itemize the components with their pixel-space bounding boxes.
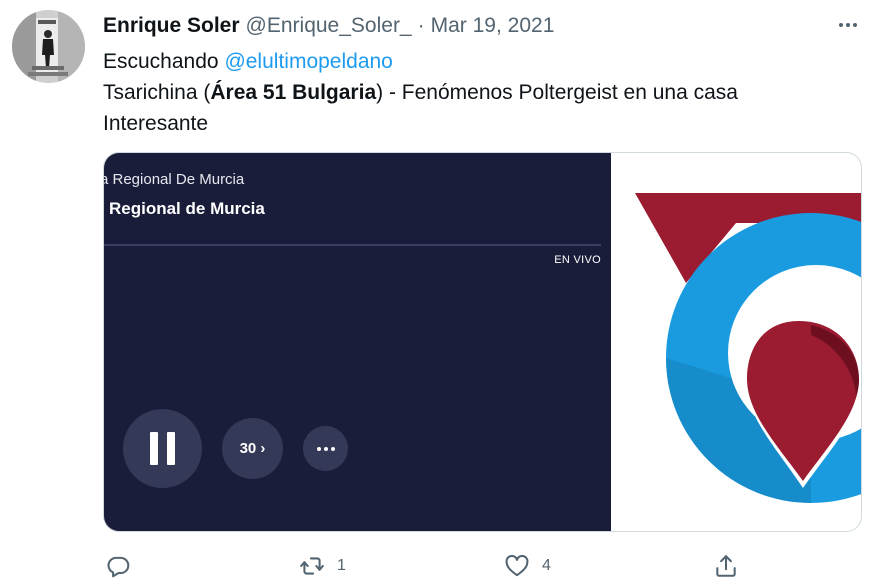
like-button[interactable]: 4 bbox=[504, 551, 551, 581]
progress-bar[interactable] bbox=[104, 244, 601, 246]
retweet-button[interactable]: 1 bbox=[299, 551, 346, 581]
show-subtitle: a Regional De Murcia bbox=[104, 171, 245, 188]
player-panel: a Regional De Murcia Regional de Murcia … bbox=[104, 153, 611, 531]
tweet-text-bold: Área 51 Bulgaria bbox=[210, 81, 377, 104]
tweet-text-part: ) - Fenómenos Poltergeist en una casa bbox=[376, 81, 738, 104]
retweet-icon bbox=[300, 557, 324, 575]
tweet-line-3: Interesante bbox=[103, 112, 209, 135]
skip-forward-30-button[interactable]: 30 › bbox=[222, 418, 283, 479]
tweet-text: Escuchando @elultimopeldano Tsarichina (… bbox=[103, 46, 843, 139]
tweet-actions: 1 4 bbox=[103, 551, 763, 581]
heart-icon bbox=[505, 554, 529, 577]
retweet-count: 1 bbox=[337, 557, 346, 574]
author-handle[interactable]: @Enrique_Soler_ bbox=[246, 14, 412, 38]
tweet-text-part: Tsarichina ( bbox=[103, 81, 211, 104]
station-logo bbox=[635, 193, 861, 503]
more-options-icon[interactable] bbox=[833, 12, 863, 38]
tweet-date[interactable]: Mar 19, 2021 bbox=[431, 14, 555, 38]
pause-icon bbox=[150, 432, 175, 465]
author-name[interactable]: Enrique Soler bbox=[103, 14, 240, 38]
avatar[interactable] bbox=[12, 10, 85, 83]
audio-player-card[interactable]: a Regional De Murcia Regional de Murcia … bbox=[103, 152, 862, 532]
tweet-text-prefix: Escuchando bbox=[103, 50, 219, 73]
mention-link[interactable]: @elultimopeldano bbox=[224, 50, 392, 73]
station-artwork bbox=[611, 153, 861, 531]
share-button[interactable] bbox=[713, 551, 739, 581]
player-more-icon[interactable] bbox=[303, 426, 348, 471]
share-icon bbox=[716, 555, 736, 577]
live-badge: EN VIVO bbox=[554, 254, 601, 266]
tweet-line-2: Tsarichina (Área 51 Bulgaria) - Fenómeno… bbox=[103, 77, 843, 108]
tweet-line-1: Escuchando @elultimopeldano bbox=[103, 46, 843, 77]
tweet-header: Enrique Soler @Enrique_Soler_ · Mar 19, … bbox=[103, 13, 554, 39]
like-count: 4 bbox=[542, 557, 551, 574]
pause-button[interactable] bbox=[123, 409, 202, 488]
separator-dot: · bbox=[417, 14, 425, 37]
show-title[interactable]: Regional de Murcia bbox=[109, 199, 265, 219]
avatar-photo bbox=[12, 10, 85, 83]
reply-button[interactable] bbox=[105, 551, 131, 581]
reply-icon bbox=[107, 556, 130, 578]
